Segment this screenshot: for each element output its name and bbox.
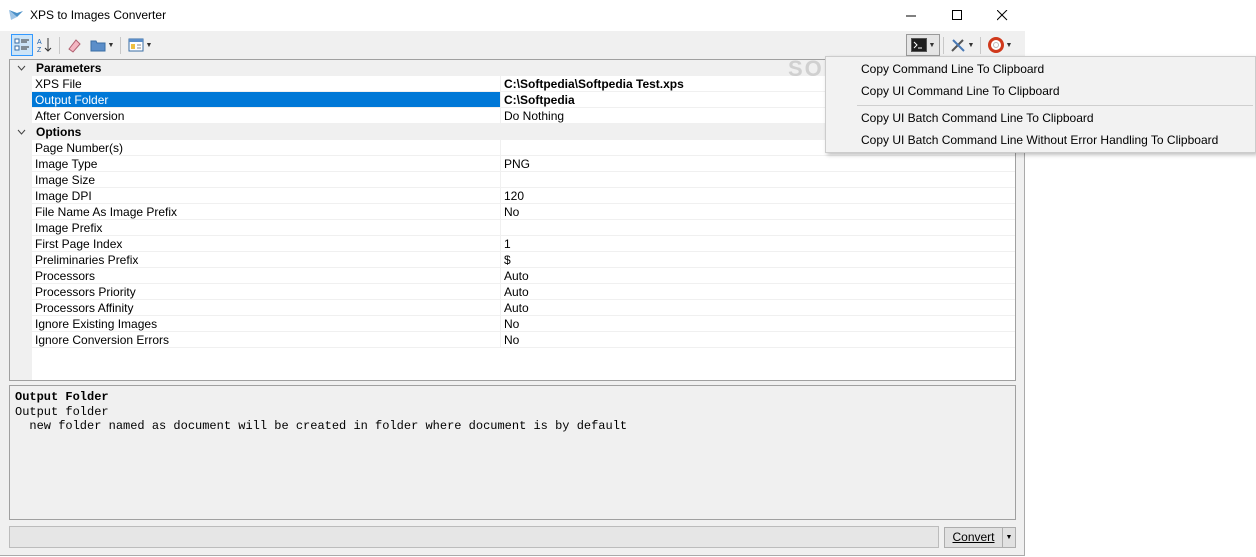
toolbar: A Z ▼ ▼ ▼ ▼ ▼ xyxy=(0,31,1025,59)
sort-alphabetical-button[interactable]: A Z xyxy=(35,34,55,56)
property-value[interactable]: No xyxy=(501,332,1015,348)
property-name: Image Type xyxy=(32,156,501,172)
property-name: Ignore Existing Images xyxy=(32,316,501,332)
close-icon xyxy=(996,10,1007,21)
category-label: Options xyxy=(36,125,82,139)
tools-button[interactable]: ▼ xyxy=(947,34,977,56)
categorized-button[interactable] xyxy=(11,34,33,56)
property-name: Processors Priority xyxy=(32,284,501,300)
property-name: Image DPI xyxy=(32,188,501,204)
property-name: Page Number(s) xyxy=(32,140,501,156)
clear-button[interactable] xyxy=(63,34,85,56)
maximize-button[interactable] xyxy=(934,0,980,31)
maximize-icon xyxy=(951,10,962,20)
property-row[interactable]: Ignore Conversion Errors No xyxy=(10,332,1015,348)
menu-item-copy-command-line[interactable]: Copy Command Line To Clipboard xyxy=(861,58,1044,80)
close-button[interactable] xyxy=(979,0,1025,31)
property-value[interactable] xyxy=(501,172,1015,188)
property-name: Processors xyxy=(32,268,501,284)
property-name: Ignore Conversion Errors xyxy=(32,332,501,348)
chevron-down-icon[interactable]: ▼ xyxy=(1002,528,1015,547)
category-label: Parameters xyxy=(36,61,102,75)
convert-label: Convert xyxy=(952,530,995,544)
menu-item-copy-ui-command-line[interactable]: Copy UI Command Line To Clipboard xyxy=(861,80,1060,102)
chevron-down-icon: ▼ xyxy=(107,41,115,49)
description-title: Output Folder xyxy=(15,390,109,404)
property-row[interactable]: Preliminaries Prefix $ xyxy=(10,252,1015,268)
property-row[interactable]: Image Type PNG xyxy=(10,156,1015,172)
property-name: Preliminaries Prefix xyxy=(32,252,501,268)
property-row[interactable]: File Name As Image Prefix No xyxy=(10,204,1015,220)
svg-text:A: A xyxy=(37,39,42,46)
minimize-button[interactable] xyxy=(888,0,934,31)
chevron-down-icon: ▼ xyxy=(928,41,936,49)
property-name: First Page Index xyxy=(32,236,501,252)
command-line-button[interactable]: ▼ xyxy=(906,34,940,56)
layout-button[interactable]: ▼ xyxy=(124,34,156,56)
property-row[interactable]: Processors Affinity Auto xyxy=(10,300,1015,316)
property-value[interactable]: No xyxy=(501,204,1015,220)
collapse-icon[interactable] xyxy=(10,124,32,140)
description-text: Output folder xyxy=(15,404,109,419)
description-text: new folder named as document will be cre… xyxy=(15,419,628,433)
open-folder-button[interactable]: ▼ xyxy=(87,34,117,56)
help-button[interactable]: ▼ xyxy=(984,34,1016,56)
window-title: XPS to Images Converter xyxy=(30,8,167,22)
description-panel: Output Folder Output folder new folder n… xyxy=(9,385,1016,520)
help-icon xyxy=(987,37,1004,53)
svg-text:Z: Z xyxy=(37,47,42,53)
eraser-icon xyxy=(68,39,81,53)
property-value[interactable]: No xyxy=(501,316,1015,332)
property-value[interactable]: 1 xyxy=(501,236,1015,252)
title-bar: XPS to Images Converter xyxy=(0,0,1025,31)
property-name: Image Prefix xyxy=(32,220,501,236)
property-name: XPS File xyxy=(32,76,501,92)
tools-icon xyxy=(950,39,965,52)
property-row[interactable]: First Page Index 1 xyxy=(10,236,1015,252)
menu-item-copy-ui-batch-command-line[interactable]: Copy UI Batch Command Line To Clipboard xyxy=(861,107,1094,129)
chevron-down-icon: ▼ xyxy=(145,41,153,49)
property-value[interactable]: 120 xyxy=(501,188,1015,204)
app-icon xyxy=(9,10,23,20)
property-row[interactable]: Processors Auto xyxy=(10,268,1015,284)
property-name: Image Size xyxy=(32,172,501,188)
property-value[interactable]: PNG xyxy=(501,156,1015,172)
command-line-menu: Copy Command Line To Clipboard Copy UI C… xyxy=(825,56,1256,153)
property-value[interactable]: Auto xyxy=(501,268,1015,284)
property-value[interactable]: Auto xyxy=(501,284,1015,300)
sort-az-icon: A Z xyxy=(37,38,52,53)
property-row[interactable]: Processors Priority Auto xyxy=(10,284,1015,300)
menu-item-copy-ui-batch-no-error-handling[interactable]: Copy UI Batch Command Line Without Error… xyxy=(861,129,1218,151)
chevron-down-icon: ▼ xyxy=(1005,41,1013,49)
console-icon xyxy=(910,38,927,52)
layout-icon xyxy=(128,38,144,52)
property-name: Processors Affinity xyxy=(32,300,501,316)
property-row[interactable]: Image Prefix xyxy=(10,220,1015,236)
property-value[interactable]: $ xyxy=(501,252,1015,268)
property-name: After Conversion xyxy=(32,108,501,124)
property-row[interactable]: Image DPI 120 xyxy=(10,188,1015,204)
folder-icon xyxy=(90,40,106,52)
collapse-icon[interactable] xyxy=(10,60,32,76)
status-bar xyxy=(9,526,939,548)
convert-button[interactable]: Convert ▼ xyxy=(944,527,1016,548)
property-row[interactable]: Image Size xyxy=(10,172,1015,188)
property-row[interactable]: Ignore Existing Images No xyxy=(10,316,1015,332)
menu-separator xyxy=(857,105,1253,106)
property-name: Output Folder xyxy=(32,92,501,108)
property-value[interactable] xyxy=(501,220,1015,236)
property-value[interactable]: Auto xyxy=(501,300,1015,316)
property-name: File Name As Image Prefix xyxy=(32,204,501,220)
chevron-down-icon: ▼ xyxy=(967,41,975,49)
minimize-icon xyxy=(905,15,916,17)
categorized-icon xyxy=(14,38,29,51)
